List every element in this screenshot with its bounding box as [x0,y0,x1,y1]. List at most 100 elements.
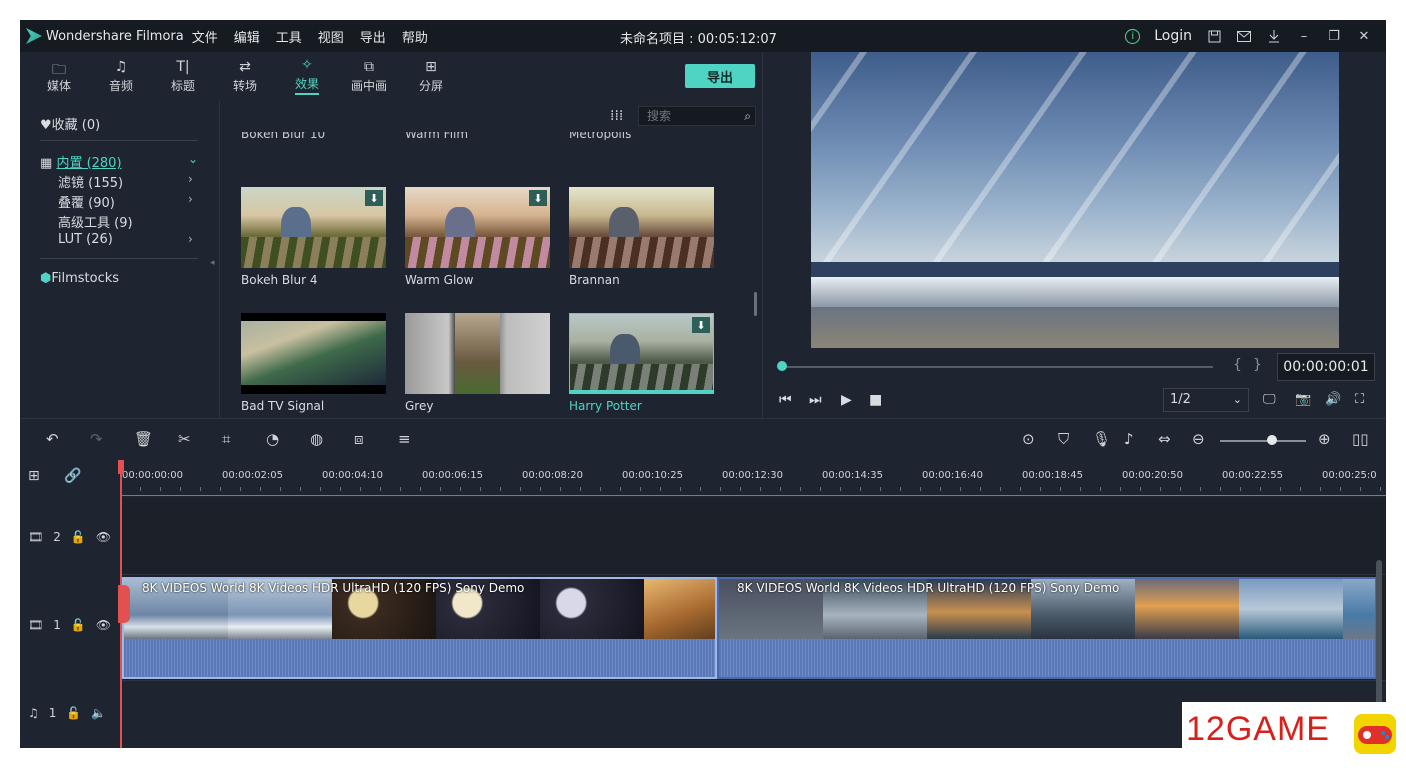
zoom-out-icon[interactable]: ⊖ [1192,430,1205,448]
progress-knob[interactable] [777,361,787,371]
minimize-icon[interactable]: – [1296,28,1312,44]
next-frame-icon[interactable]: ⏭ [809,392,822,408]
save-icon[interactable] [1206,28,1222,44]
undo-icon[interactable]: ↶ [46,430,59,448]
info-icon[interactable]: i [1125,28,1141,44]
chevron-right-icon[interactable]: › [188,172,193,186]
playhead-handle[interactable] [118,460,124,474]
sidebar-item-overlays[interactable]: 叠覆 (90) [58,192,115,211]
export-button[interactable]: 导出 [685,64,755,88]
lock-icon[interactable]: 🔓 [66,706,81,720]
menu-file[interactable]: 文件 [192,27,218,46]
speed-icon[interactable]: ◔ [266,430,279,448]
tab-audio[interactable]: ♫ 音频 [90,52,152,100]
zoom-in-icon[interactable]: ⊕ [1318,430,1331,448]
cut-icon[interactable]: ✂ [178,430,191,448]
effect-thumbnail-warm-glow[interactable]: ⬇ [405,187,550,268]
mail-icon[interactable] [1236,28,1252,44]
menu-bar: 文件 编辑 工具 视图 导出 帮助 [192,27,428,46]
effect-thumbnail-harry-potter[interactable]: ⬇ [569,313,714,394]
preview-ratio-select[interactable]: 1/2 ⌄ [1163,388,1249,412]
effect-thumbnail-bad-tv-signal[interactable] [241,313,386,394]
zoom-knob[interactable] [1267,435,1277,445]
video-track-1[interactable]: 8K VIDEOS World 8K Videos HDR UltraHD (1… [118,574,1386,680]
green-screen-icon[interactable]: ⧈ [354,430,364,448]
fullscreen-icon[interactable]: ⛶ [1355,392,1364,407]
redo-icon[interactable]: ↷ [90,430,103,448]
builtin-item[interactable]: ▦ 内置 (280) [40,152,122,171]
add-track-icon[interactable]: ⊞ [28,468,40,484]
previous-frame-icon[interactable]: ⏮ [779,392,792,408]
volume-icon[interactable]: 🔊 [1325,392,1341,407]
render-preview-icon[interactable]: 🖵 [1263,392,1276,407]
layout-icon[interactable]: ▯▯ [1352,430,1369,448]
download-icon[interactable]: ⬇ [365,190,383,206]
menu-help[interactable]: 帮助 [402,27,428,46]
time-ruler[interactable]: 00:00:00:00 00:00:02:05 00:00:04:10 00:0… [120,460,1386,496]
fit-timeline-icon[interactable]: ⇔ [1158,430,1171,448]
video-clip[interactable]: 8K VIDEOS World 8K Videos HDR UltraHD (1… [717,577,1377,679]
eye-icon[interactable]: 👁 [96,530,111,544]
lock-icon[interactable]: 🔓 [71,530,86,544]
restore-icon[interactable]: ❐ [1326,28,1342,44]
tab-transitions[interactable]: ⇄ 转场 [214,52,276,100]
menu-edit[interactable]: 编辑 [234,27,260,46]
microphone-icon[interactable]: 🎙 [1092,430,1111,448]
menu-tools[interactable]: 工具 [276,27,302,46]
tab-pip[interactable]: ⧉ 画中画 [338,52,400,100]
ruler-tick: 00:00:25:0 [1322,470,1377,481]
collapse-arrow-icon[interactable]: ◂ [210,258,215,268]
tab-media[interactable]: 🗀 媒体 [28,52,90,100]
sidebar-item-lut[interactable]: LUT (26) [58,232,113,247]
search-icon[interactable]: ⌕ [744,107,751,125]
audio-mixer-icon[interactable]: ♪ [1124,430,1134,448]
close-icon[interactable]: ✕ [1356,28,1372,44]
video-track-2[interactable] [120,498,1386,574]
effect-thumbnail-grey[interactable] [405,313,550,394]
grid-view-icon[interactable]: ⁞⁞⁞ [610,108,623,124]
chevron-down-icon[interactable]: ⌄ [188,152,198,166]
tab-split-screen[interactable]: ⊞ 分屏 [400,52,462,100]
zoom-slider[interactable] [1220,440,1306,442]
music-note-icon: ♫ [114,58,128,75]
snapshot-icon[interactable]: 📷 [1295,392,1311,407]
login-button[interactable]: Login [1154,28,1192,44]
effect-thumbnail-bokeh-blur-4[interactable]: ⬇ [241,187,386,268]
render-icon[interactable]: ⊙ [1022,430,1035,448]
favorites-item[interactable]: ♥收藏 (0) [40,114,100,133]
lock-icon[interactable]: 🔓 [71,618,86,632]
filmstocks-item[interactable]: ⬢Filmstocks [40,271,119,286]
stop-icon[interactable]: ■ [869,392,882,408]
chevron-right-icon[interactable]: › [188,192,193,206]
sidebar-item-advanced-tools[interactable]: 高级工具 (9) [58,212,133,231]
tab-titles[interactable]: T| 标题 [152,52,214,100]
marker-icon[interactable]: ⛉ [1058,430,1069,448]
tab-effects[interactable]: ✧ 效果 [276,52,338,100]
effect-thumbnail-brannan[interactable] [569,187,714,268]
audio-adjust-icon[interactable]: ≡ [398,430,411,448]
chevron-right-icon[interactable]: › [188,232,193,246]
sidebar-item-filters[interactable]: 滤镜 (155) [58,172,123,191]
video-clip[interactable]: 8K VIDEOS World 8K Videos HDR UltraHD (1… [122,577,717,679]
timeline-vertical-scrollbar[interactable] [1376,560,1382,705]
link-icon[interactable]: 🔗 [64,468,81,484]
search-input[interactable]: 搜索 ⌕ [638,106,756,126]
download-icon[interactable] [1266,28,1282,44]
menu-export[interactable]: 导出 [360,27,386,46]
library-scrollbar[interactable] [754,292,757,316]
play-icon[interactable]: ▶ [841,392,852,408]
playhead[interactable] [120,460,122,748]
eye-icon[interactable]: 👁 [96,618,111,632]
mark-in-button[interactable]: { [1233,357,1242,373]
download-icon[interactable]: ⬇ [529,190,547,206]
menu-view[interactable]: 视图 [318,27,344,46]
playback-progress[interactable] [783,366,1213,368]
download-icon[interactable]: ⬇ [692,317,710,333]
video-track-icon: 🎞 [28,618,44,632]
speaker-icon[interactable]: 🔈 [91,706,106,720]
crop-icon[interactable]: ⌗ [222,430,230,448]
delete-icon[interactable]: 🗑 [134,430,153,448]
split-screen-icon: ⊞ [425,58,437,75]
color-icon[interactable]: ◍ [310,430,323,448]
mark-out-button[interactable]: } [1253,357,1262,373]
